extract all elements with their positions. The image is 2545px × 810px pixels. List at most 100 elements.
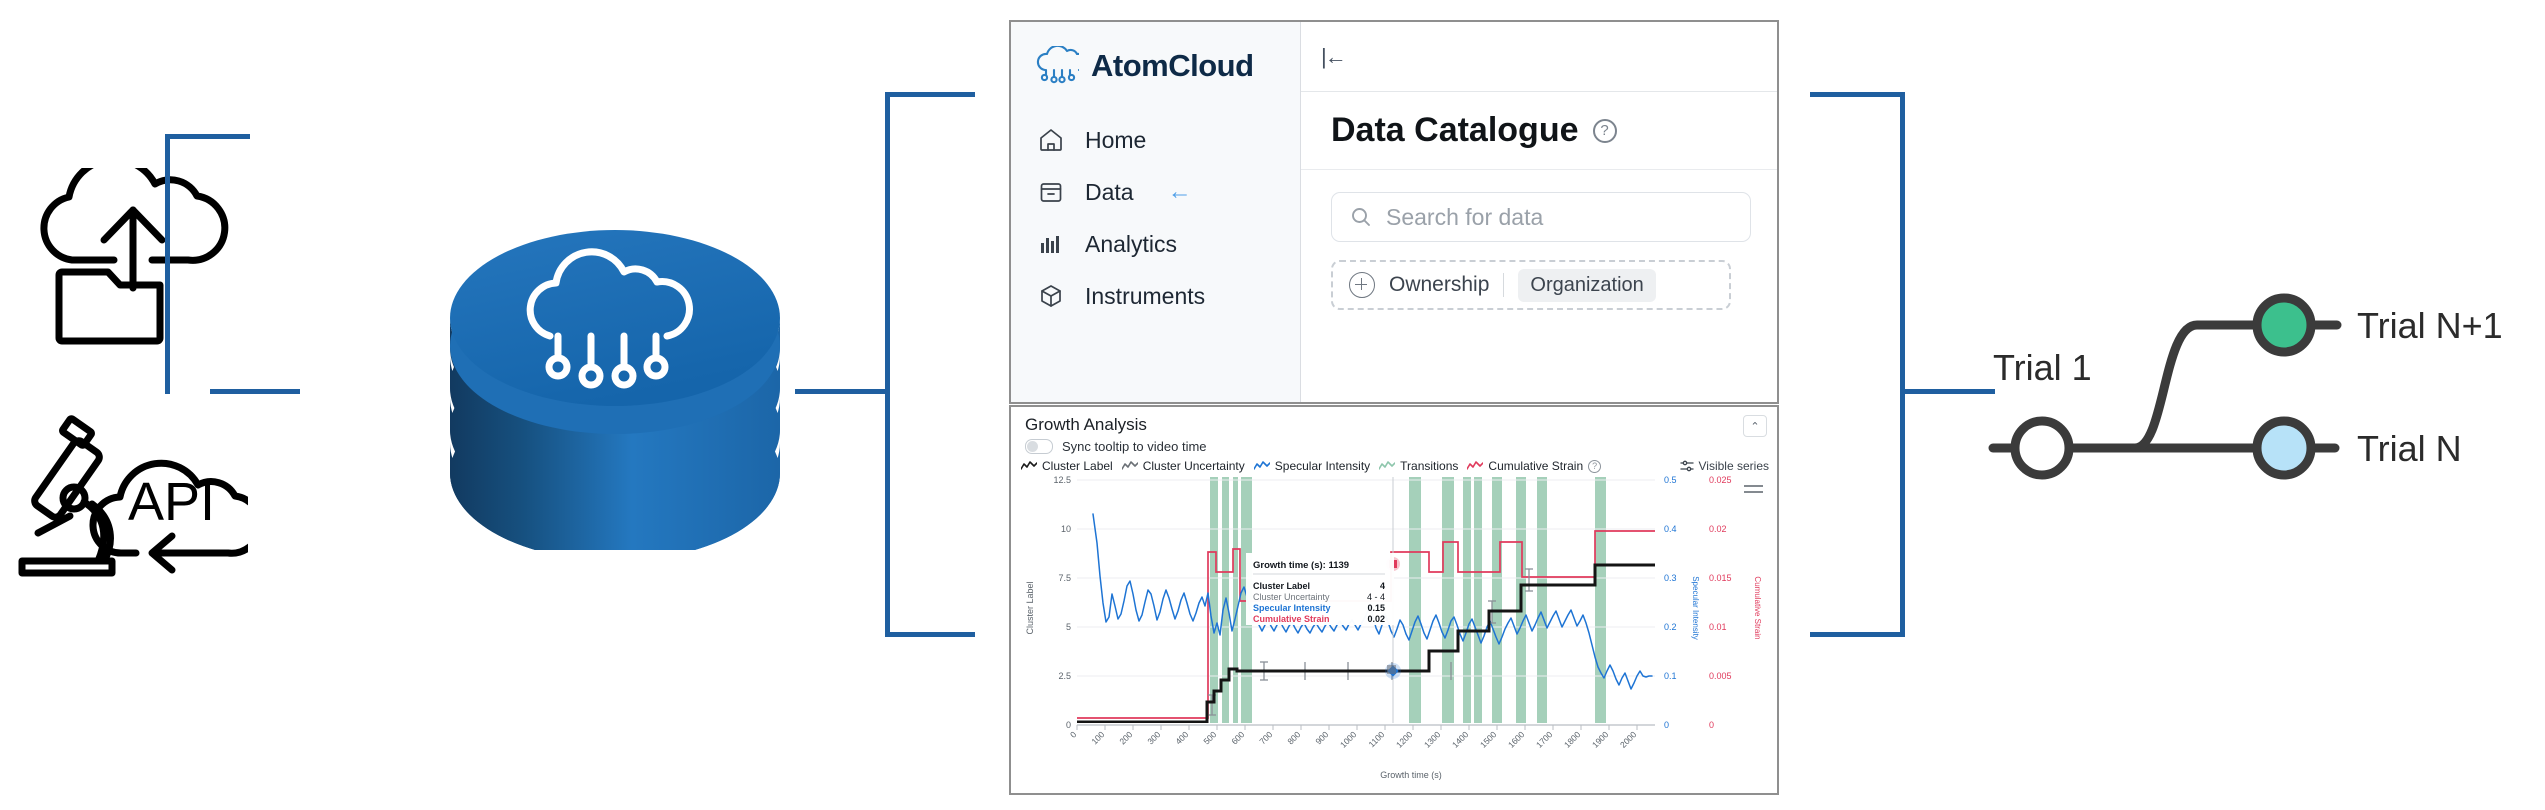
sparkline-icon	[1121, 461, 1138, 470]
divider	[1503, 273, 1505, 297]
atomcloud-app-window: AtomCloud Home Data ← Analytics Instrume…	[1009, 20, 1779, 404]
svg-text:300: 300	[1145, 729, 1162, 746]
x-axis-tick-labels: 0 100 200 300 400 500 600 700 800 900 10…	[1068, 729, 1639, 750]
svg-text:1900: 1900	[1590, 729, 1611, 750]
svg-text:0.02: 0.02	[1709, 524, 1727, 534]
axis-title-specular-intensity: Specular Intensity	[1691, 576, 1700, 640]
sidebar-item-arrow: ←	[1167, 178, 1192, 205]
svg-text:1100: 1100	[1366, 729, 1386, 749]
legend-label: Cluster Label	[1042, 459, 1113, 473]
app-main: |← Data Catalogue ? Search for data Owne…	[1301, 22, 1777, 402]
connector-app-top-branch	[885, 92, 975, 97]
legend-item-cluster-uncertainty[interactable]: Cluster Uncertainty	[1121, 459, 1245, 473]
archive-box-icon	[1037, 178, 1065, 206]
connector-sources-vertical	[165, 134, 170, 394]
legend-item-cumulative-strain[interactable]: Cumulative Strain ?	[1467, 459, 1602, 473]
legend-label: Specular Intensity	[1274, 459, 1371, 473]
sidebar-item-analytics[interactable]: Analytics	[1011, 218, 1300, 270]
connector-trials-top	[1810, 92, 1905, 97]
search-input[interactable]: Search for data	[1331, 192, 1751, 242]
trial-n-plus-1-node[interactable]	[2252, 293, 2316, 357]
legend-item-specular-intensity[interactable]: Specular Intensity	[1253, 459, 1371, 473]
x-axis-ticks	[1076, 725, 1638, 730]
legend-item-cluster-label[interactable]: Cluster Label	[1021, 459, 1113, 473]
svg-text:0: 0	[1066, 720, 1071, 730]
tooltip-row-label: Cluster Label	[1253, 581, 1310, 591]
connector-bus-to-database	[210, 389, 300, 394]
search-icon	[1352, 208, 1370, 226]
api-label: API	[128, 472, 215, 532]
trial-start-label: Trial 1	[1993, 347, 2092, 388]
sync-tooltip-toggle-row[interactable]: Sync tooltip to video time	[1025, 439, 1207, 454]
legend-label: Cumulative Strain	[1488, 459, 1584, 473]
sync-tooltip-toggle[interactable]	[1025, 439, 1053, 454]
svg-text:0.1: 0.1	[1664, 671, 1677, 681]
app-topbar: |←	[1301, 22, 1777, 92]
atomcloud-logo-icon	[1036, 46, 1079, 84]
axis-cluster-label: 12.5 10 7.5 5 2.5 0	[1053, 475, 1071, 730]
chevron-up-icon[interactable]: ⌃	[1743, 415, 1767, 437]
trial-branch-line	[2130, 320, 2262, 453]
home-icon	[1037, 126, 1065, 154]
cloud-upload-folder-icon	[40, 168, 229, 345]
sidebar-item-label: Home	[1085, 126, 1147, 153]
brand-name: AtomCloud	[1091, 48, 1254, 83]
connector-trials-bottom	[1810, 632, 1905, 637]
svg-text:700: 700	[1257, 729, 1274, 746]
axis-title-cluster-label: Cluster Label	[1025, 581, 1035, 634]
page-title: Data Catalogue	[1331, 111, 1579, 149]
axis-cumulative-strain: 0.025 0.02 0.015 0.01 0.005 0	[1709, 475, 1732, 730]
tooltip-row-value: 0.02	[1367, 614, 1385, 624]
axis-specular-intensity: 0.5 0.4 0.3 0.2 0.1 0	[1664, 475, 1677, 730]
trial-branch-diagram: Trial 1 Trial N+1 Trial N	[1988, 293, 2503, 480]
svg-text:1200: 1200	[1394, 729, 1415, 750]
svg-text:0.025: 0.025	[1709, 475, 1732, 485]
svg-text:0.005: 0.005	[1709, 671, 1732, 681]
legend-label: Transitions	[1400, 459, 1459, 473]
database-cylinder-cloud-icon	[450, 230, 780, 550]
svg-text:0: 0	[1664, 720, 1669, 730]
legend-label: Cluster Uncertainty	[1142, 459, 1245, 473]
svg-text:2000: 2000	[1618, 729, 1639, 750]
svg-text:0.015: 0.015	[1709, 573, 1732, 583]
plus-circle-icon[interactable]	[1349, 272, 1375, 298]
sync-tooltip-label: Sync tooltip to video time	[1062, 439, 1207, 454]
svg-text:1800: 1800	[1562, 729, 1583, 750]
filter-chip-row[interactable]: Ownership Organization	[1331, 260, 1731, 310]
series-drag-handle[interactable]	[1744, 485, 1763, 493]
sparkline-icon	[1021, 461, 1037, 470]
sidebar-item-home[interactable]: Home	[1011, 114, 1300, 166]
organization-chip[interactable]: Organization	[1518, 268, 1656, 302]
sidebar-item-label: Analytics	[1085, 230, 1178, 257]
legend-item-transitions[interactable]: Transitions	[1379, 459, 1458, 473]
connector-trials-vertical	[1900, 92, 1905, 637]
svg-text:1000: 1000	[1338, 729, 1359, 750]
svg-text:100: 100	[1089, 729, 1106, 746]
help-circle-icon[interactable]: ?	[1588, 459, 1602, 473]
connector-upload-to-bus	[165, 134, 250, 139]
sparkline-icon	[1253, 461, 1270, 470]
connector-app-bottom-branch	[885, 632, 975, 637]
visible-series-label: Visible series	[1698, 459, 1769, 473]
tooltip-row-value: 4 - 4	[1367, 592, 1385, 602]
chart-tooltip: Growth time (s): 1139 Cluster Label 4 Cl…	[1246, 553, 1394, 625]
trial-start-node[interactable]	[2010, 416, 2074, 480]
svg-text:0.4: 0.4	[1664, 524, 1677, 534]
svg-text:0: 0	[1068, 729, 1079, 740]
trial-n-node[interactable]	[2252, 416, 2316, 480]
sidebar-item-data[interactable]: Data ←	[1011, 166, 1300, 218]
svg-text:1600: 1600	[1506, 729, 1527, 750]
tooltip-row-label: Cluster Uncertainty	[1253, 592, 1330, 602]
brand: AtomCloud	[1011, 22, 1300, 92]
svg-text:2.5: 2.5	[1058, 671, 1071, 681]
chart-panel-title: Growth Analysis	[1025, 415, 1147, 434]
visible-series-control[interactable]: Visible series	[1679, 459, 1769, 473]
svg-text:600: 600	[1229, 729, 1246, 746]
help-circle-icon[interactable]: ?	[1592, 118, 1617, 143]
chart-plot-area[interactable]: 12.5 10 7.5 5 2.5 0 Cluster Label 0.5 0.4 0.3 …	[1011, 473, 1777, 793]
sidebar-item-instruments[interactable]: Instruments	[1011, 270, 1300, 322]
svg-text:5: 5	[1066, 622, 1071, 632]
svg-text:400: 400	[1173, 729, 1190, 746]
collapse-sidebar-icon[interactable]: |←	[1321, 44, 1347, 70]
app-sidebar: AtomCloud Home Data ← Analytics Instrume…	[1011, 22, 1301, 402]
